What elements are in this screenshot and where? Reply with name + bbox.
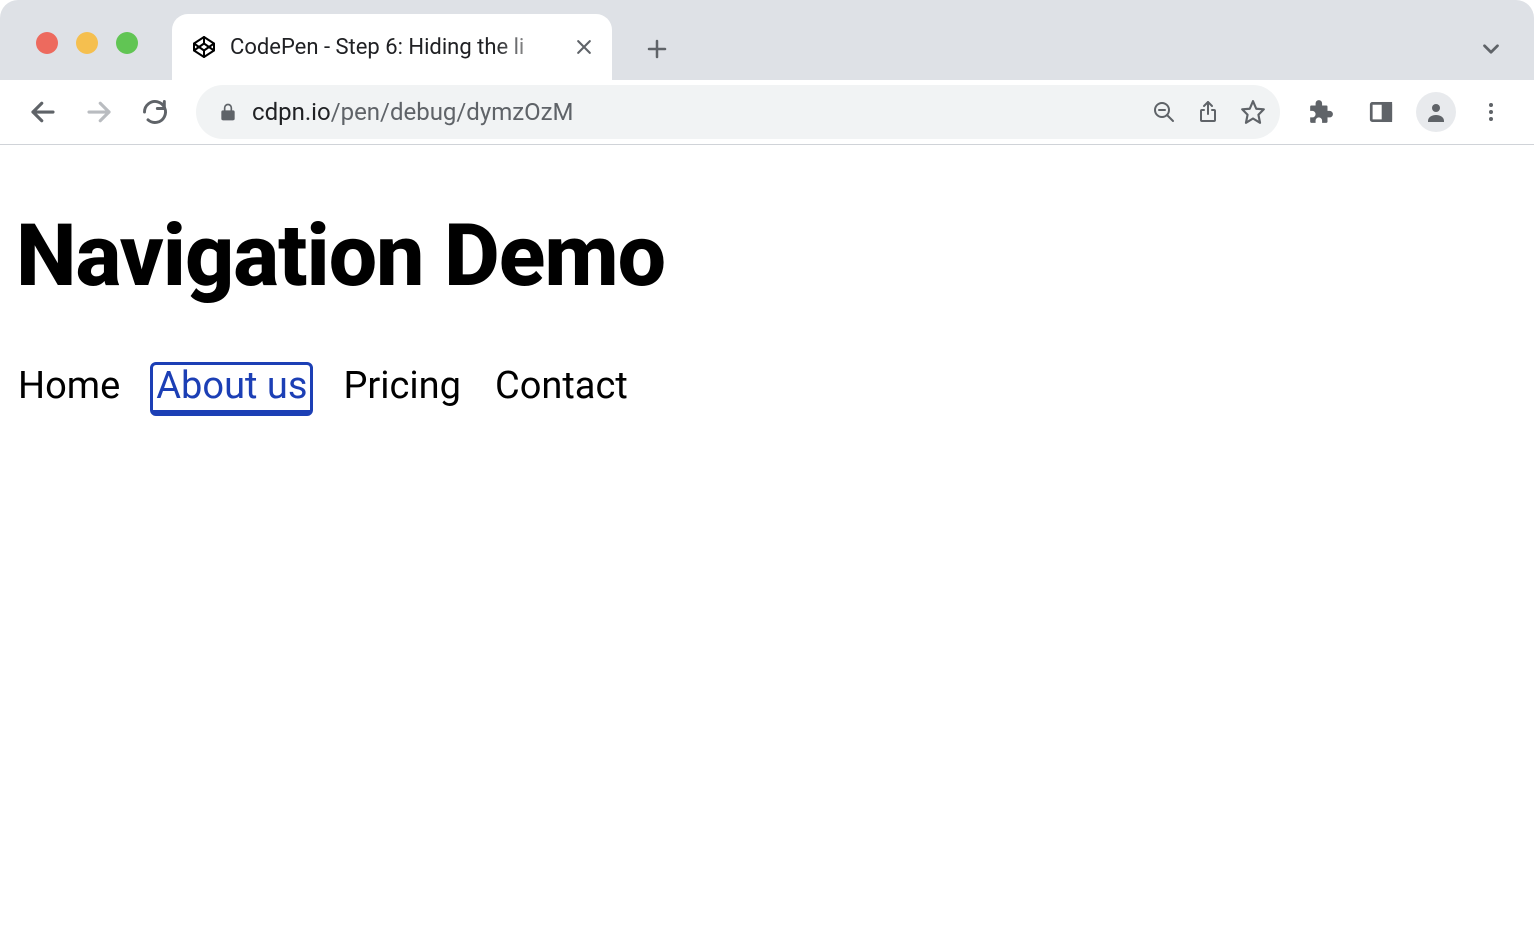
nav-link-pricing[interactable]: Pricing [341, 364, 463, 414]
kebab-menu-button[interactable] [1466, 87, 1516, 137]
share-icon[interactable] [1196, 100, 1220, 124]
tab-dropdown-button[interactable] [1468, 26, 1514, 72]
primary-navigation: Home About us Pricing Contact [16, 364, 1518, 414]
forward-button[interactable] [74, 87, 124, 137]
close-tab-button[interactable] [574, 37, 594, 57]
reload-button[interactable] [130, 87, 180, 137]
url-path: /pen/debug/dymzOzM [331, 98, 574, 126]
zoom-icon[interactable] [1152, 100, 1176, 124]
tab-title: CodePen - Step 6: Hiding the li [230, 35, 560, 60]
nav-link-about[interactable]: About us [152, 364, 311, 414]
window-fullscreen-button[interactable] [116, 32, 138, 54]
browser-tab[interactable]: CodePen - Step 6: Hiding the li [172, 14, 612, 80]
nav-link-contact[interactable]: Contact [493, 364, 630, 414]
bookmark-star-icon[interactable] [1240, 99, 1266, 125]
tab-strip: CodePen - Step 6: Hiding the li [172, 14, 1514, 80]
browser-toolbar: cdpn.io/pen/debug/dymzOzM [0, 80, 1534, 144]
window-controls [36, 32, 138, 54]
lock-icon [218, 102, 238, 122]
window-minimize-button[interactable] [76, 32, 98, 54]
side-panel-button[interactable] [1356, 87, 1406, 137]
page-content: Navigation Demo Home About us Pricing Co… [0, 145, 1534, 414]
new-tab-button[interactable] [634, 26, 680, 72]
nav-link-home[interactable]: Home [16, 364, 122, 414]
profile-avatar[interactable] [1416, 92, 1456, 132]
back-button[interactable] [18, 87, 68, 137]
window-close-button[interactable] [36, 32, 58, 54]
url-domain: cdpn.io [252, 98, 331, 126]
codepen-icon [192, 35, 216, 59]
page-heading: Navigation Demo [16, 205, 1518, 306]
address-bar[interactable]: cdpn.io/pen/debug/dymzOzM [196, 85, 1280, 139]
url-text: cdpn.io/pen/debug/dymzOzM [252, 98, 1138, 126]
extensions-button[interactable] [1296, 87, 1346, 137]
browser-chrome: CodePen - Step 6: Hiding the li [0, 0, 1534, 145]
